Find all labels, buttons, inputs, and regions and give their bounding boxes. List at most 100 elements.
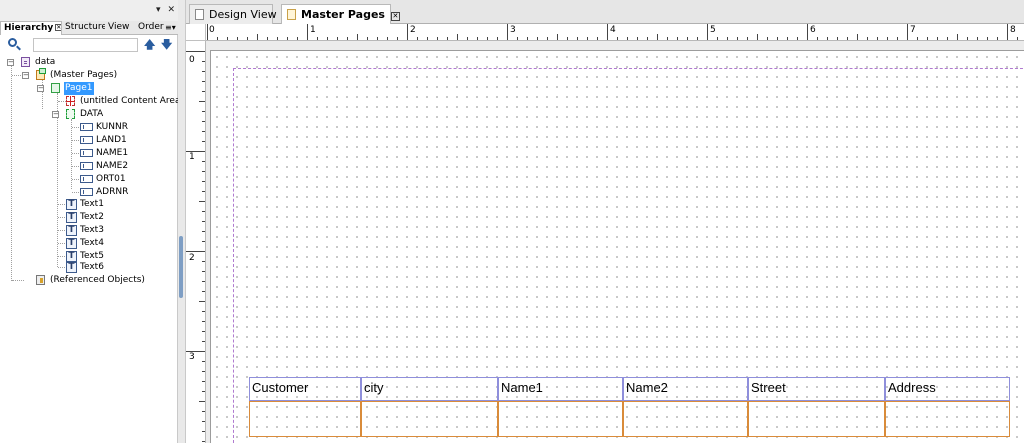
panel-splitter[interactable] bbox=[178, 0, 186, 443]
ruler-tick bbox=[202, 331, 205, 332]
search-icon bbox=[8, 38, 17, 47]
panel-close-icon[interactable]: ✕ bbox=[167, 5, 175, 15]
tree-item-label: Text1 bbox=[80, 199, 104, 209]
search-input[interactable] bbox=[33, 38, 138, 52]
header-cell-address[interactable]: Address bbox=[885, 377, 1010, 401]
data-cell-city[interactable] bbox=[361, 401, 498, 437]
ruler-tick bbox=[227, 37, 228, 40]
ruler-tick bbox=[587, 37, 588, 40]
ruler-tick bbox=[217, 37, 218, 40]
tab-hierarchy-close-icon[interactable]: ✕ bbox=[55, 24, 61, 31]
ruler-tick bbox=[437, 37, 438, 40]
ruler-tick bbox=[977, 37, 978, 40]
text-field-icon bbox=[80, 162, 93, 170]
ruler-tick bbox=[257, 34, 258, 40]
tree-item-label: LAND1 bbox=[96, 135, 127, 145]
ruler-tick bbox=[202, 421, 205, 422]
ruler-tick bbox=[307, 24, 308, 40]
panel-menu-icon[interactable]: ▾ bbox=[156, 5, 161, 15]
ruler-tick bbox=[202, 321, 205, 322]
ruler-tick bbox=[807, 24, 808, 40]
ruler-label: 1 bbox=[310, 25, 316, 35]
text-field-icon bbox=[80, 188, 93, 196]
ruler-label: 7 bbox=[910, 25, 916, 35]
ruler-tick bbox=[377, 37, 378, 40]
tree-item-label: KUNNR bbox=[96, 122, 128, 132]
ruler-tick bbox=[427, 37, 428, 40]
ruler-label: 2 bbox=[189, 253, 195, 263]
data-cell-address[interactable] bbox=[885, 401, 1010, 437]
data-cell-name1[interactable] bbox=[498, 401, 623, 437]
tree-connector bbox=[58, 217, 65, 218]
master-page-body[interactable]: Customer city Name1 Name2 Street Address bbox=[210, 50, 1024, 443]
ruler-tick bbox=[917, 37, 918, 40]
ruler-tick bbox=[707, 24, 708, 40]
arrow-down-icon[interactable]: 🡇 bbox=[161, 39, 172, 50]
tree-connector bbox=[58, 101, 66, 102]
tab-design-view[interactable]: Design View bbox=[189, 4, 277, 24]
splitter-grip-handle[interactable] bbox=[179, 236, 183, 298]
ruler-tick bbox=[987, 37, 988, 40]
data-form-icon bbox=[21, 57, 30, 67]
ruler-tick bbox=[202, 241, 205, 242]
tab-hierarchy[interactable]: Hierarchy ✕ bbox=[0, 21, 62, 35]
text-object-icon: T bbox=[66, 212, 77, 223]
ruler-tick bbox=[297, 37, 298, 40]
ruler-tick bbox=[647, 37, 648, 40]
ruler-tick bbox=[202, 281, 205, 282]
text-object-icon: T bbox=[66, 251, 77, 262]
tab-list-menu-icon[interactable]: ≡▾ bbox=[164, 21, 178, 35]
hierarchy-panel: ▾ ✕ Hierarchy ✕ Structure View Order ≡▾ 🡅… bbox=[0, 0, 184, 443]
collapse-icon[interactable]: − bbox=[37, 85, 44, 92]
data-cell-name2[interactable] bbox=[623, 401, 748, 437]
panel-header: ▾ ✕ bbox=[0, 0, 178, 21]
ruler-tick bbox=[1017, 37, 1018, 40]
ruler-label: 2 bbox=[410, 25, 416, 35]
ruler-tick bbox=[567, 37, 568, 40]
ruler-tick bbox=[727, 37, 728, 40]
document-icon bbox=[195, 9, 204, 20]
ruler-tick bbox=[202, 81, 205, 82]
collapse-icon[interactable]: − bbox=[52, 111, 59, 118]
ruler-tick bbox=[927, 37, 928, 40]
ruler-tick bbox=[202, 161, 205, 162]
tree-connector bbox=[57, 93, 58, 267]
ruler-tick bbox=[202, 211, 205, 212]
ruler-tick bbox=[337, 37, 338, 40]
ruler-tick bbox=[627, 37, 628, 40]
header-cell-name2[interactable]: Name2 bbox=[623, 377, 748, 401]
tree-connector bbox=[72, 153, 79, 154]
header-cell-customer[interactable]: Customer bbox=[249, 377, 361, 401]
tab-order[interactable]: Order bbox=[135, 21, 164, 35]
data-cell-street[interactable] bbox=[748, 401, 885, 437]
design-canvas[interactable]: Customer city Name1 Name2 Street Address bbox=[206, 41, 1024, 443]
ruler-tick bbox=[457, 34, 458, 40]
tab-view-label: View bbox=[108, 22, 130, 32]
tab-view[interactable]: View bbox=[105, 21, 135, 35]
ruler-tick bbox=[367, 37, 368, 40]
vertical-ruler[interactable]: 0 1 2 3 bbox=[186, 41, 206, 443]
ruler-tick bbox=[387, 37, 388, 40]
header-cell-city[interactable]: city bbox=[361, 377, 498, 401]
arrow-up-icon[interactable]: 🡅 bbox=[144, 39, 155, 50]
page-icon bbox=[51, 83, 60, 93]
tree-connector bbox=[11, 66, 12, 281]
ruler-corner bbox=[186, 24, 206, 41]
header-cell-street[interactable]: Street bbox=[748, 377, 885, 401]
collapse-icon[interactable]: − bbox=[7, 59, 14, 66]
tab-close-icon[interactable]: ✕ bbox=[390, 12, 400, 21]
header-cell-name1[interactable]: Name1 bbox=[498, 377, 623, 401]
collapse-icon[interactable]: − bbox=[22, 72, 29, 79]
horizontal-ruler[interactable]: 0 1 2 3 4 5 6 7 8 bbox=[206, 24, 1024, 41]
ruler-tick bbox=[237, 37, 238, 40]
tree-item-label: DATA bbox=[80, 109, 104, 119]
tab-master-pages[interactable]: Master Pages ✕ bbox=[281, 4, 400, 25]
data-cell-kunnr[interactable] bbox=[249, 401, 361, 437]
tree-item-label: NAME2 bbox=[96, 161, 129, 171]
tree-connector bbox=[58, 256, 65, 257]
tab-structure-label: Structure bbox=[65, 22, 105, 32]
tab-structure[interactable]: Structure bbox=[62, 21, 105, 35]
ruler-tick bbox=[737, 37, 738, 40]
text-object-icon: T bbox=[66, 225, 77, 236]
tree-connector bbox=[72, 127, 79, 128]
